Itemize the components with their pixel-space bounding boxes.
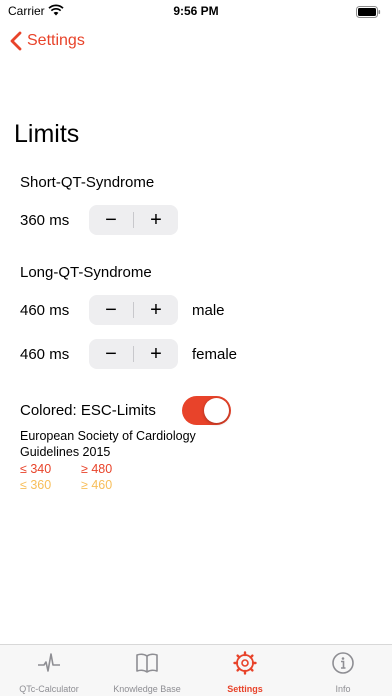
tab-label: QTc-Calculator [19,684,79,694]
red-lower-limit: ≤ 340 [20,462,52,476]
back-label: Settings [27,32,85,49]
long-qt-label: Long-QT-Syndrome [20,264,152,281]
tab-label: Info [335,684,351,694]
red-upper-limit: ≥ 480 [81,462,113,476]
long-qt-male-stepper[interactable]: − + [89,295,178,325]
yellow-lower-limit: ≤ 360 [20,478,52,492]
info-icon [332,652,354,674]
male-label: male [192,302,225,319]
increment-button[interactable]: + [134,339,178,369]
short-qt-label: Short-QT-Syndrome [20,174,155,191]
yellow-upper-limit: ≥ 460 [81,478,113,492]
tab-info[interactable]: Info [294,645,392,696]
page-title: Limits [14,120,80,148]
increment-button[interactable]: + [134,295,178,325]
toggle-knob [204,398,229,423]
increment-button[interactable]: + [134,205,178,235]
esc-toggle-switch[interactable] [182,396,231,425]
female-label: female [192,346,238,363]
long-qt-male-value: 460 ms [20,302,70,319]
battery-icon [356,5,381,23]
tab-bar: QTc-Calculator Knowledge Base Settings I… [0,644,392,696]
guideline-text: European Society of Cardiology Guideline… [20,429,196,459]
status-bar: Carrier 9:56 PM [0,0,392,22]
status-time: 9:56 PM [173,4,219,18]
ecg-wave-icon [38,653,60,672]
tab-qtc-calculator[interactable]: QTc-Calculator [0,645,98,696]
tab-settings[interactable]: Settings [196,645,294,696]
tab-label: Settings [227,684,263,694]
long-qt-female-stepper[interactable]: − + [89,339,178,369]
decrement-button[interactable]: − [89,205,133,235]
decrement-button[interactable]: − [89,339,133,369]
short-qt-stepper[interactable]: − + [89,205,178,235]
short-qt-value: 360 ms [20,212,70,229]
tab-label: Knowledge Base [113,684,181,694]
book-icon [136,653,158,673]
long-qt-female-value: 460 ms [20,346,70,363]
gear-icon [233,651,257,675]
tab-knowledge-base[interactable]: Knowledge Base [98,645,196,696]
chevron-left-icon [10,31,22,51]
esc-toggle-label: Colored: ESC-Limits [20,402,156,419]
decrement-button[interactable]: − [89,295,133,325]
back-button[interactable]: Settings [10,28,85,54]
